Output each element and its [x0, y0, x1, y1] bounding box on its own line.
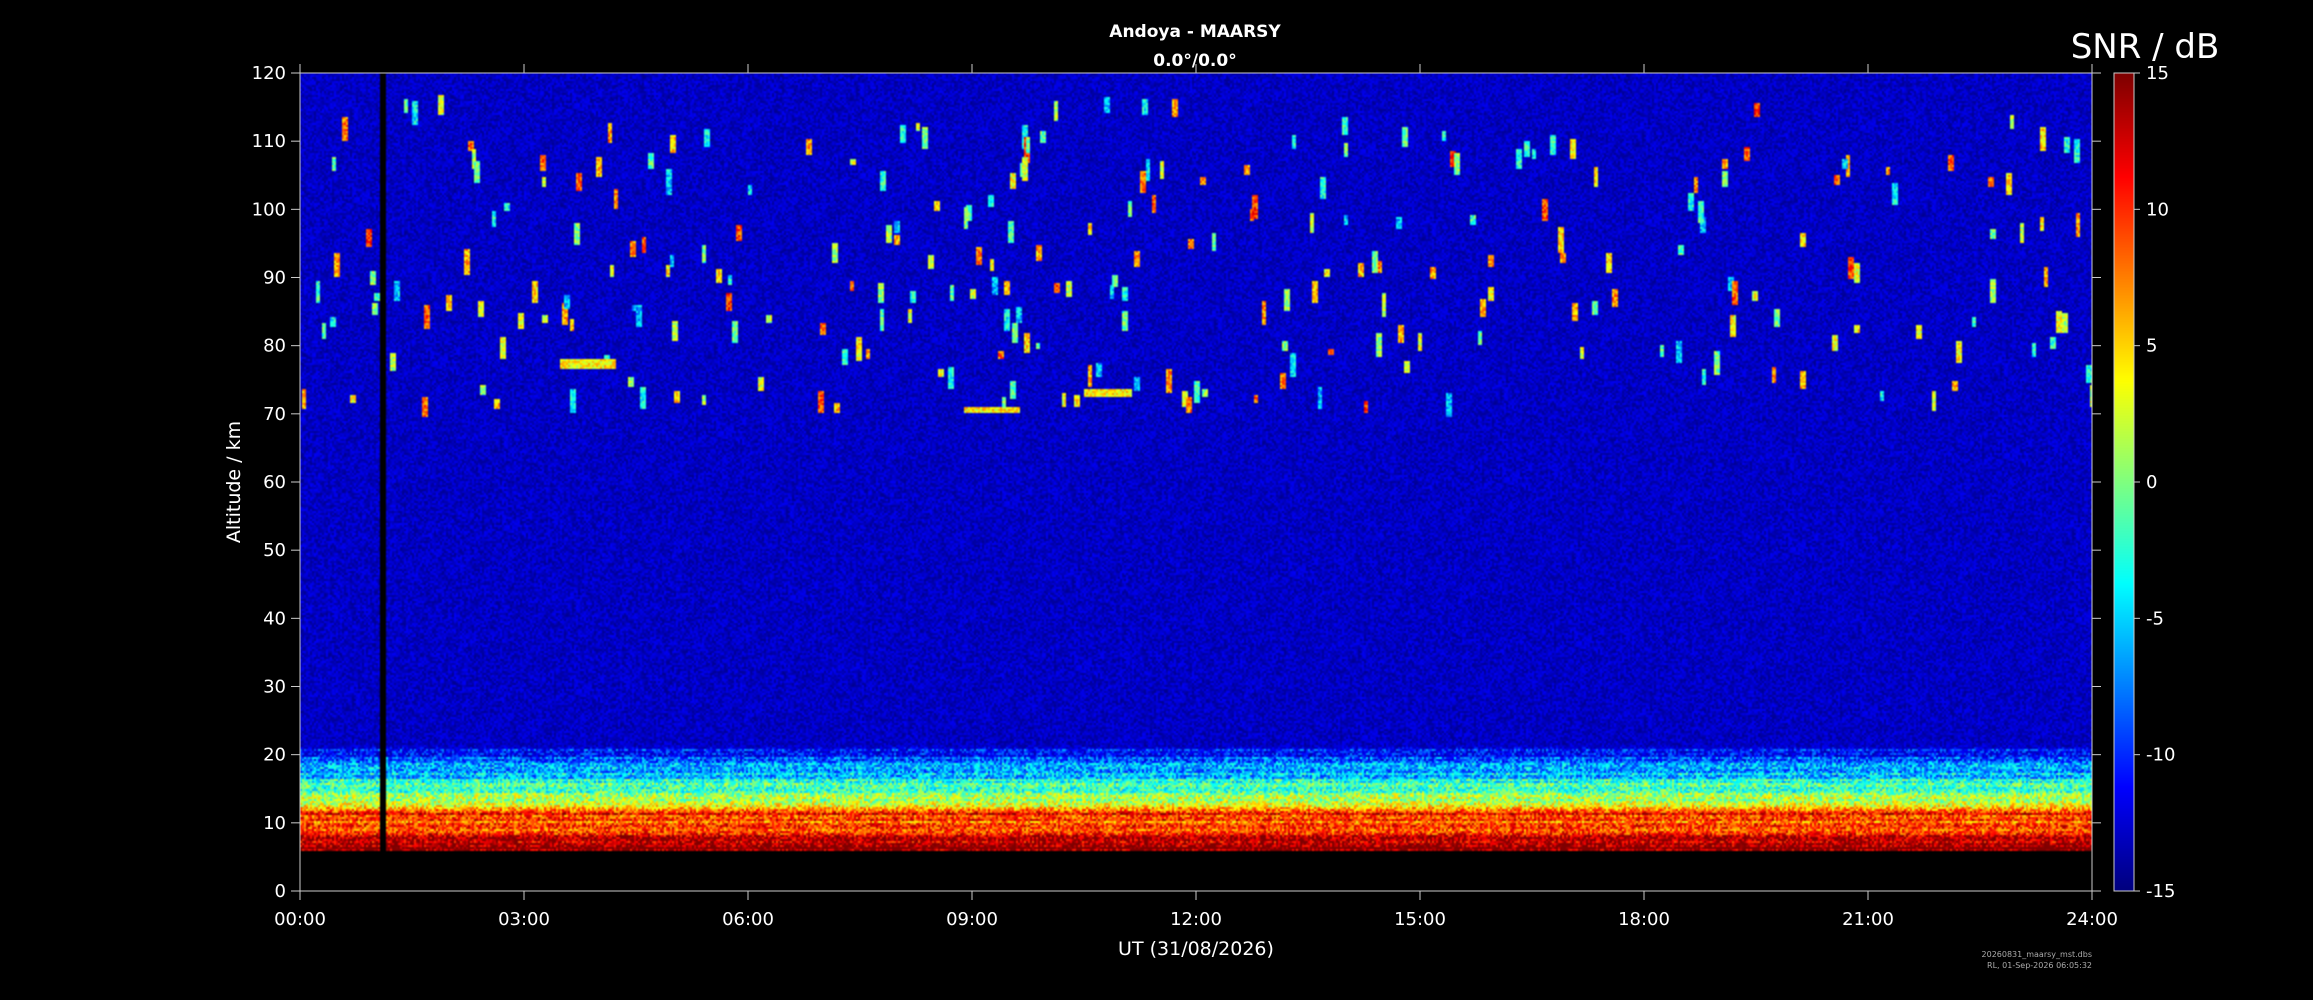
footer-stamp: RL, 01-Sep-2026 06:05:32	[1987, 961, 2092, 970]
x-tick-label: 06:00	[722, 909, 774, 930]
x-tick-label: 12:00	[1170, 909, 1222, 930]
x-tick-label: 24:00	[2066, 909, 2118, 930]
x-tick-label: 21:00	[1842, 909, 1894, 930]
y-tick-label: 100	[252, 199, 286, 220]
y-tick-label: 0	[275, 881, 286, 902]
x-tick-label: 00:00	[274, 909, 326, 930]
colorbar-gradient	[2114, 73, 2134, 891]
y-tick-label: 110	[252, 131, 286, 152]
y-tick-label: 40	[263, 608, 286, 629]
y-tick-label: 30	[263, 677, 286, 698]
colorbar-title: SNR / dB	[2071, 27, 2220, 67]
y-tick-label: 80	[263, 336, 286, 357]
colorbar-tick-label: -10	[2146, 745, 2175, 766]
y-axis-label: Altitude / km	[223, 421, 245, 543]
colorbar-tick-label: 0	[2146, 472, 2157, 493]
colorbar: 151050-5-10-15 SNR / dB	[2071, 27, 2220, 902]
chart-subtitle: 0.0°/0.0°	[1153, 51, 1236, 71]
colorbar-ticks: 151050-5-10-15	[2134, 63, 2175, 902]
x-tick-label: 15:00	[1394, 909, 1446, 930]
plot-area	[300, 73, 2092, 891]
x-tick-label: 09:00	[946, 909, 998, 930]
colorbar-tick-label: -5	[2146, 608, 2164, 629]
y-tick-label: 10	[263, 813, 286, 834]
colorbar-tick-label: 10	[2146, 199, 2169, 220]
colorbar-tick-label: 5	[2146, 336, 2157, 357]
colorbar-tick-label: -15	[2146, 881, 2175, 902]
chart-svg: Andoya - MAARSY 0.0°/0.0° 00:00 03:00 06:0…	[223, 22, 2220, 970]
y-tick-label: 50	[263, 540, 286, 561]
y-tick-label: 90	[263, 268, 286, 289]
x-tick-label: 18:00	[1618, 909, 1670, 930]
x-tick-label: 03:00	[498, 909, 550, 930]
x-axis-label: UT (31/08/2026)	[1118, 938, 1274, 960]
chart-title: Andoya - MAARSY	[1109, 22, 1281, 42]
snr-heatmap-image	[300, 73, 2092, 891]
y-tick-label: 20	[263, 745, 286, 766]
y-tick-label: 120	[252, 63, 286, 84]
footer-filename: 20260831_maarsy_mst.dbs	[1982, 950, 2092, 959]
y-tick-label: 70	[263, 404, 286, 425]
y-tick-label: 60	[263, 472, 286, 493]
